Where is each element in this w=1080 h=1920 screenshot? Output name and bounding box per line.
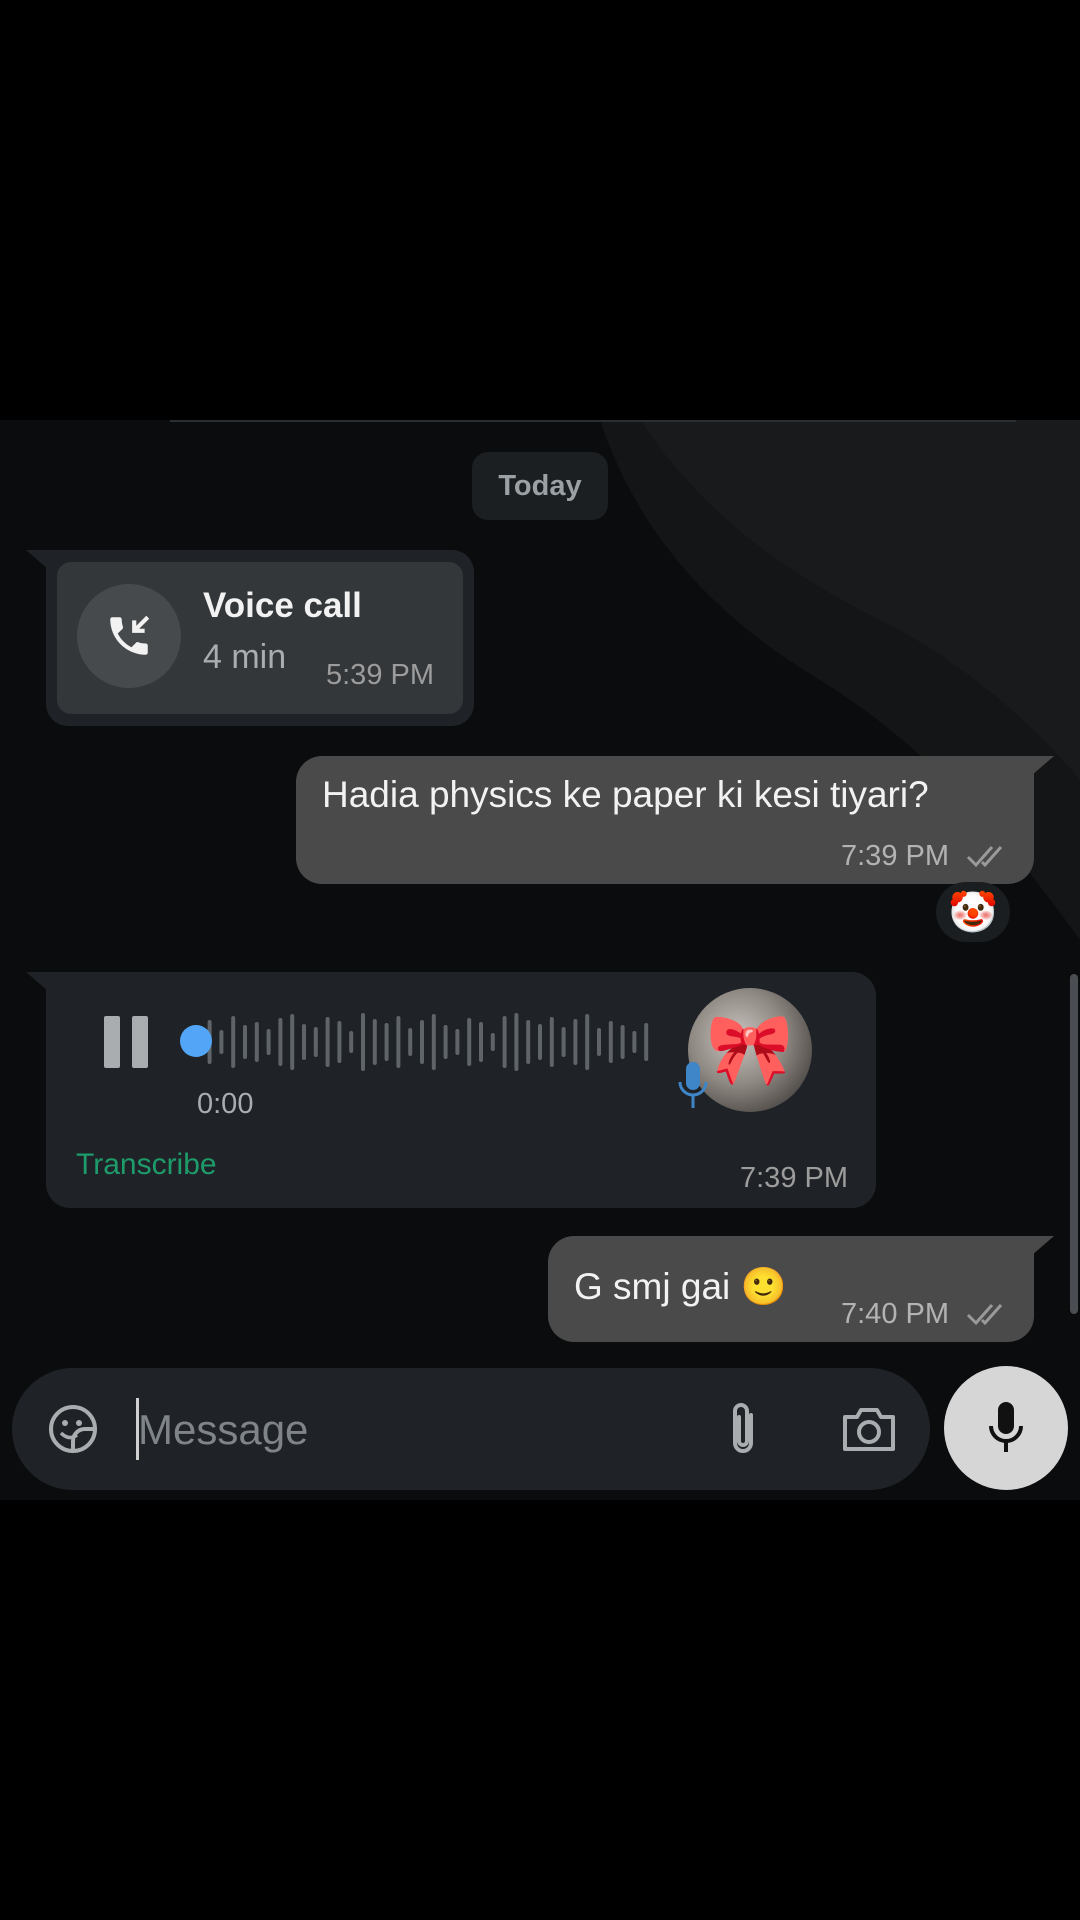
waveform-bar xyxy=(585,1014,590,1070)
waveform-bar xyxy=(337,1021,342,1063)
incoming-call-icon xyxy=(77,584,181,688)
scrollbar[interactable] xyxy=(1070,974,1078,1314)
message-input[interactable]: Message xyxy=(138,1406,308,1454)
waveform-bar xyxy=(490,1033,495,1051)
avatar-emoji: 🎀 xyxy=(706,1010,794,1088)
waveform-bar xyxy=(254,1022,259,1062)
mic-badge-icon xyxy=(678,1062,708,1108)
attach-icon[interactable] xyxy=(720,1398,766,1460)
waveform-bar xyxy=(573,1019,578,1065)
message-time: 7:40 PM xyxy=(841,1298,949,1330)
call-duration: 4 min xyxy=(203,638,287,676)
pause-button[interactable] xyxy=(104,1016,152,1068)
bottom-letterbox xyxy=(0,1500,1080,1920)
waveform-bar xyxy=(608,1021,613,1063)
voice-record-button[interactable] xyxy=(944,1366,1068,1490)
waveform-bar xyxy=(231,1016,236,1068)
waveform-bar xyxy=(278,1018,283,1066)
waveform-bar xyxy=(443,1025,448,1059)
waveform-bar xyxy=(290,1014,295,1070)
waveform-bar xyxy=(243,1025,247,1059)
waveform-bar xyxy=(384,1023,389,1061)
message-time: 7:39 PM xyxy=(740,1162,848,1194)
message-text: G smj gai 🙂 xyxy=(574,1266,787,1307)
waveform-bar xyxy=(313,1027,318,1057)
top-divider xyxy=(170,420,1016,422)
waveform-bar xyxy=(467,1018,472,1066)
waveform-bar xyxy=(620,1025,625,1059)
waveform-bar xyxy=(597,1028,601,1056)
message-time: 5:39 PM xyxy=(326,659,434,691)
message-time: 7:39 PM xyxy=(841,840,949,872)
reaction-emoji[interactable]: 🤡 xyxy=(936,882,1010,942)
waveform-bar xyxy=(502,1016,507,1068)
voice-waveform[interactable] xyxy=(180,1006,652,1078)
waveform-bar xyxy=(420,1020,424,1064)
message-text: Hadia physics ke paper ki kesi tiyari? xyxy=(322,774,929,815)
waveform-bar xyxy=(302,1024,306,1060)
waveform-bar xyxy=(431,1014,436,1070)
waveform-bar xyxy=(408,1028,413,1056)
waveform-bar xyxy=(644,1023,649,1061)
waveform-bar xyxy=(372,1019,377,1065)
waveform-bar xyxy=(349,1031,354,1053)
waveform-bar xyxy=(549,1017,554,1067)
call-title: Voice call xyxy=(203,586,362,625)
voice-progress-handle[interactable] xyxy=(180,1025,212,1057)
waveform-bar xyxy=(561,1027,566,1057)
date-separator: Today xyxy=(472,452,608,520)
waveform-bar xyxy=(514,1013,519,1071)
mic-icon xyxy=(989,1402,1023,1452)
waveform-bar xyxy=(538,1024,542,1060)
waveform-bar xyxy=(632,1031,637,1053)
voice-duration: 0:00 xyxy=(197,1088,254,1120)
waveform-bar xyxy=(325,1017,330,1067)
read-ticks-icon xyxy=(966,1304,1003,1326)
transcribe-link[interactable]: Transcribe xyxy=(76,1148,217,1182)
camera-icon[interactable] xyxy=(840,1404,898,1454)
waveform-bar xyxy=(455,1029,460,1055)
waveform-bar xyxy=(219,1030,224,1054)
waveform-bar xyxy=(361,1013,365,1071)
read-ticks-icon xyxy=(966,846,1003,868)
waveform-bar xyxy=(396,1016,401,1068)
sticker-icon[interactable] xyxy=(44,1400,102,1458)
waveform-bar xyxy=(526,1020,531,1064)
waveform-bar xyxy=(266,1029,271,1055)
waveform-bar xyxy=(479,1022,483,1062)
